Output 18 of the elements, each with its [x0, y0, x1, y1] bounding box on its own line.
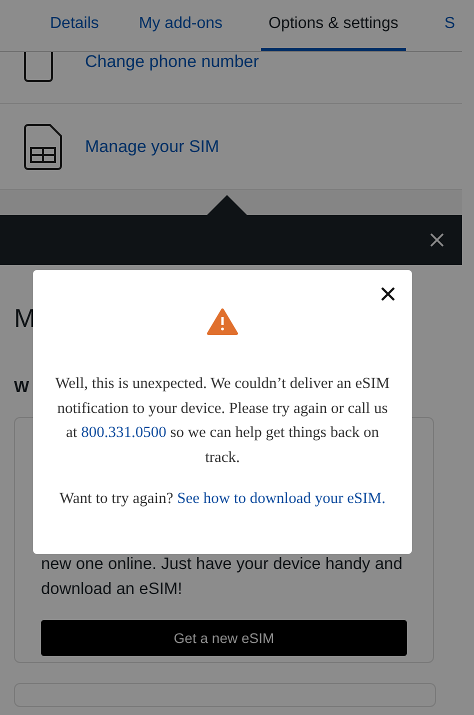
phone-icon	[24, 52, 54, 82]
card-text: download an eSIM!	[41, 579, 184, 600]
tab[interactable]: Details	[48, 0, 101, 51]
error-message: Well, this is unexpected. We couldn’t deliver an eSIM notification to your device. Please try again or call us at 800.331.0500 so we can help get things back on track.	[54, 374, 391, 468]
section-subheading: W	[14, 379, 30, 398]
get-esim-button[interactable]: Get a new eSIM	[41, 620, 407, 656]
warning-icon	[207, 308, 238, 336]
option-link[interactable]: Manage your SIM	[85, 136, 220, 156]
option-link[interactable]: Change phone number	[85, 52, 259, 72]
sim-card-icon	[24, 124, 62, 170]
tab[interactable]: S	[442, 0, 458, 51]
close-icon[interactable]	[381, 287, 395, 301]
tab[interactable]: Options & settings	[260, 0, 406, 51]
phone-link[interactable]: 800.331.0500	[81, 424, 166, 441]
retry-text: Want to try again? See how to download your eSIM.	[58, 489, 386, 509]
download-link[interactable]: See how to download your eSIM.	[177, 490, 386, 507]
card-text: new one online. Just have your device handy and	[41, 554, 404, 575]
tab[interactable]: My add-ons	[136, 0, 224, 51]
